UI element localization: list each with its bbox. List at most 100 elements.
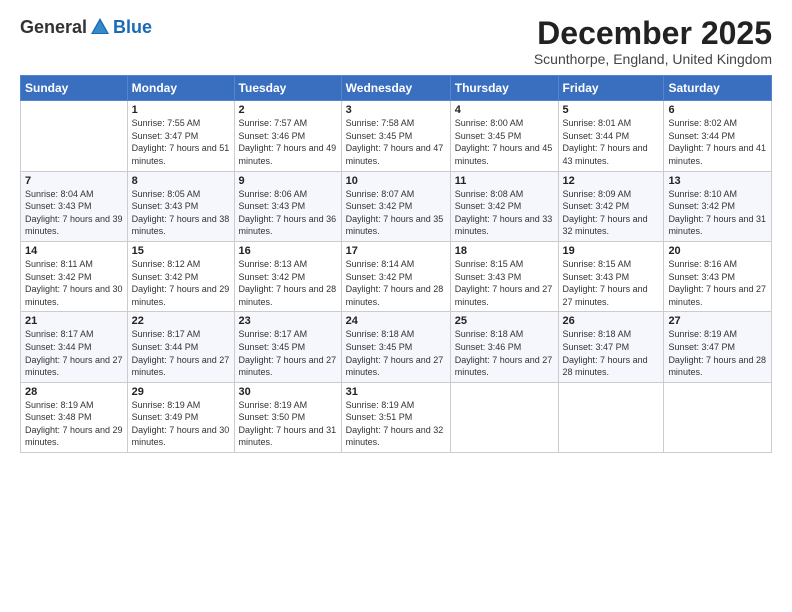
day-info: Sunrise: 8:16 AM Sunset: 3:43 PM Dayligh…: [668, 258, 767, 308]
day-number: 28: [25, 386, 123, 398]
day-info: Sunrise: 8:18 AM Sunset: 3:47 PM Dayligh…: [563, 328, 660, 378]
page: General Blue December 2025 Scunthorpe, E…: [0, 0, 792, 612]
day-info: Sunrise: 8:08 AM Sunset: 3:42 PM Dayligh…: [455, 188, 554, 238]
day-number: 4: [455, 104, 554, 116]
calendar-cell: 18Sunrise: 8:15 AM Sunset: 3:43 PM Dayli…: [450, 241, 558, 311]
calendar-week-5: 28Sunrise: 8:19 AM Sunset: 3:48 PM Dayli…: [21, 382, 772, 452]
calendar-cell: 17Sunrise: 8:14 AM Sunset: 3:42 PM Dayli…: [341, 241, 450, 311]
calendar-cell: 25Sunrise: 8:18 AM Sunset: 3:46 PM Dayli…: [450, 312, 558, 382]
day-info: Sunrise: 8:15 AM Sunset: 3:43 PM Dayligh…: [563, 258, 660, 308]
day-info: Sunrise: 8:19 AM Sunset: 3:47 PM Dayligh…: [668, 328, 767, 378]
day-number: 10: [346, 175, 446, 187]
day-info: Sunrise: 8:11 AM Sunset: 3:42 PM Dayligh…: [25, 258, 123, 308]
calendar-cell: 4Sunrise: 8:00 AM Sunset: 3:45 PM Daylig…: [450, 101, 558, 171]
day-info: Sunrise: 8:01 AM Sunset: 3:44 PM Dayligh…: [563, 117, 660, 167]
calendar-week-3: 14Sunrise: 8:11 AM Sunset: 3:42 PM Dayli…: [21, 241, 772, 311]
day-info: Sunrise: 8:06 AM Sunset: 3:43 PM Dayligh…: [239, 188, 337, 238]
title-block: December 2025 Scunthorpe, England, Unite…: [534, 16, 772, 67]
day-info: Sunrise: 8:14 AM Sunset: 3:42 PM Dayligh…: [346, 258, 446, 308]
day-number: 19: [563, 245, 660, 257]
calendar-cell: 29Sunrise: 8:19 AM Sunset: 3:49 PM Dayli…: [127, 382, 234, 452]
day-info: Sunrise: 8:18 AM Sunset: 3:46 PM Dayligh…: [455, 328, 554, 378]
calendar-header-monday: Monday: [127, 76, 234, 101]
day-number: 6: [668, 104, 767, 116]
day-number: 1: [132, 104, 230, 116]
day-number: 31: [346, 386, 446, 398]
calendar-cell: 11Sunrise: 8:08 AM Sunset: 3:42 PM Dayli…: [450, 171, 558, 241]
day-info: Sunrise: 8:05 AM Sunset: 3:43 PM Dayligh…: [132, 188, 230, 238]
calendar-cell: 27Sunrise: 8:19 AM Sunset: 3:47 PM Dayli…: [664, 312, 772, 382]
month-title: December 2025: [534, 16, 772, 51]
calendar-cell: 24Sunrise: 8:18 AM Sunset: 3:45 PM Dayli…: [341, 312, 450, 382]
day-number: 27: [668, 315, 767, 327]
day-info: Sunrise: 8:17 AM Sunset: 3:44 PM Dayligh…: [25, 328, 123, 378]
day-number: 14: [25, 245, 123, 257]
header: General Blue December 2025 Scunthorpe, E…: [20, 16, 772, 67]
day-number: 30: [239, 386, 337, 398]
calendar-cell: 21Sunrise: 8:17 AM Sunset: 3:44 PM Dayli…: [21, 312, 128, 382]
calendar-cell: 10Sunrise: 8:07 AM Sunset: 3:42 PM Dayli…: [341, 171, 450, 241]
logo-blue: Blue: [113, 17, 152, 38]
calendar-cell: 15Sunrise: 8:12 AM Sunset: 3:42 PM Dayli…: [127, 241, 234, 311]
day-info: Sunrise: 8:07 AM Sunset: 3:42 PM Dayligh…: [346, 188, 446, 238]
location: Scunthorpe, England, United Kingdom: [534, 51, 772, 67]
calendar-header-friday: Friday: [558, 76, 664, 101]
day-info: Sunrise: 8:10 AM Sunset: 3:42 PM Dayligh…: [668, 188, 767, 238]
day-number: 20: [668, 245, 767, 257]
day-number: 9: [239, 175, 337, 187]
day-info: Sunrise: 8:13 AM Sunset: 3:42 PM Dayligh…: [239, 258, 337, 308]
calendar-week-2: 7Sunrise: 8:04 AM Sunset: 3:43 PM Daylig…: [21, 171, 772, 241]
day-info: Sunrise: 8:19 AM Sunset: 3:50 PM Dayligh…: [239, 399, 337, 449]
day-number: 12: [563, 175, 660, 187]
day-number: 16: [239, 245, 337, 257]
calendar-cell: 6Sunrise: 8:02 AM Sunset: 3:44 PM Daylig…: [664, 101, 772, 171]
logo: General Blue: [20, 16, 152, 38]
calendar-cell: 12Sunrise: 8:09 AM Sunset: 3:42 PM Dayli…: [558, 171, 664, 241]
calendar-header-row: SundayMondayTuesdayWednesdayThursdayFrid…: [21, 76, 772, 101]
calendar-cell: 22Sunrise: 8:17 AM Sunset: 3:44 PM Dayli…: [127, 312, 234, 382]
day-number: 26: [563, 315, 660, 327]
calendar-cell: [21, 101, 128, 171]
calendar-cell: 30Sunrise: 8:19 AM Sunset: 3:50 PM Dayli…: [234, 382, 341, 452]
day-number: 7: [25, 175, 123, 187]
calendar-cell: 20Sunrise: 8:16 AM Sunset: 3:43 PM Dayli…: [664, 241, 772, 311]
day-number: 25: [455, 315, 554, 327]
day-info: Sunrise: 7:55 AM Sunset: 3:47 PM Dayligh…: [132, 117, 230, 167]
logo-icon: [89, 16, 111, 38]
calendar-header-saturday: Saturday: [664, 76, 772, 101]
calendar-cell: 28Sunrise: 8:19 AM Sunset: 3:48 PM Dayli…: [21, 382, 128, 452]
logo-text: General Blue: [20, 16, 152, 38]
day-info: Sunrise: 8:18 AM Sunset: 3:45 PM Dayligh…: [346, 328, 446, 378]
day-number: 2: [239, 104, 337, 116]
day-info: Sunrise: 8:15 AM Sunset: 3:43 PM Dayligh…: [455, 258, 554, 308]
calendar-header-sunday: Sunday: [21, 76, 128, 101]
day-number: 22: [132, 315, 230, 327]
day-number: 15: [132, 245, 230, 257]
calendar-week-1: 1Sunrise: 7:55 AM Sunset: 3:47 PM Daylig…: [21, 101, 772, 171]
day-info: Sunrise: 8:19 AM Sunset: 3:49 PM Dayligh…: [132, 399, 230, 449]
calendar-cell: [558, 382, 664, 452]
calendar-cell: [664, 382, 772, 452]
day-number: 5: [563, 104, 660, 116]
calendar-cell: [450, 382, 558, 452]
calendar-cell: 23Sunrise: 8:17 AM Sunset: 3:45 PM Dayli…: [234, 312, 341, 382]
calendar-cell: 13Sunrise: 8:10 AM Sunset: 3:42 PM Dayli…: [664, 171, 772, 241]
calendar-cell: 3Sunrise: 7:58 AM Sunset: 3:45 PM Daylig…: [341, 101, 450, 171]
day-number: 18: [455, 245, 554, 257]
calendar-header-thursday: Thursday: [450, 76, 558, 101]
calendar-cell: 31Sunrise: 8:19 AM Sunset: 3:51 PM Dayli…: [341, 382, 450, 452]
day-info: Sunrise: 8:19 AM Sunset: 3:48 PM Dayligh…: [25, 399, 123, 449]
calendar-cell: 19Sunrise: 8:15 AM Sunset: 3:43 PM Dayli…: [558, 241, 664, 311]
calendar-week-4: 21Sunrise: 8:17 AM Sunset: 3:44 PM Dayli…: [21, 312, 772, 382]
day-number: 13: [668, 175, 767, 187]
day-number: 11: [455, 175, 554, 187]
calendar-cell: 14Sunrise: 8:11 AM Sunset: 3:42 PM Dayli…: [21, 241, 128, 311]
day-info: Sunrise: 8:17 AM Sunset: 3:44 PM Dayligh…: [132, 328, 230, 378]
day-number: 23: [239, 315, 337, 327]
day-number: 29: [132, 386, 230, 398]
day-info: Sunrise: 8:09 AM Sunset: 3:42 PM Dayligh…: [563, 188, 660, 238]
day-info: Sunrise: 8:00 AM Sunset: 3:45 PM Dayligh…: [455, 117, 554, 167]
calendar-cell: 5Sunrise: 8:01 AM Sunset: 3:44 PM Daylig…: [558, 101, 664, 171]
day-info: Sunrise: 8:02 AM Sunset: 3:44 PM Dayligh…: [668, 117, 767, 167]
calendar-table: SundayMondayTuesdayWednesdayThursdayFrid…: [20, 75, 772, 453]
